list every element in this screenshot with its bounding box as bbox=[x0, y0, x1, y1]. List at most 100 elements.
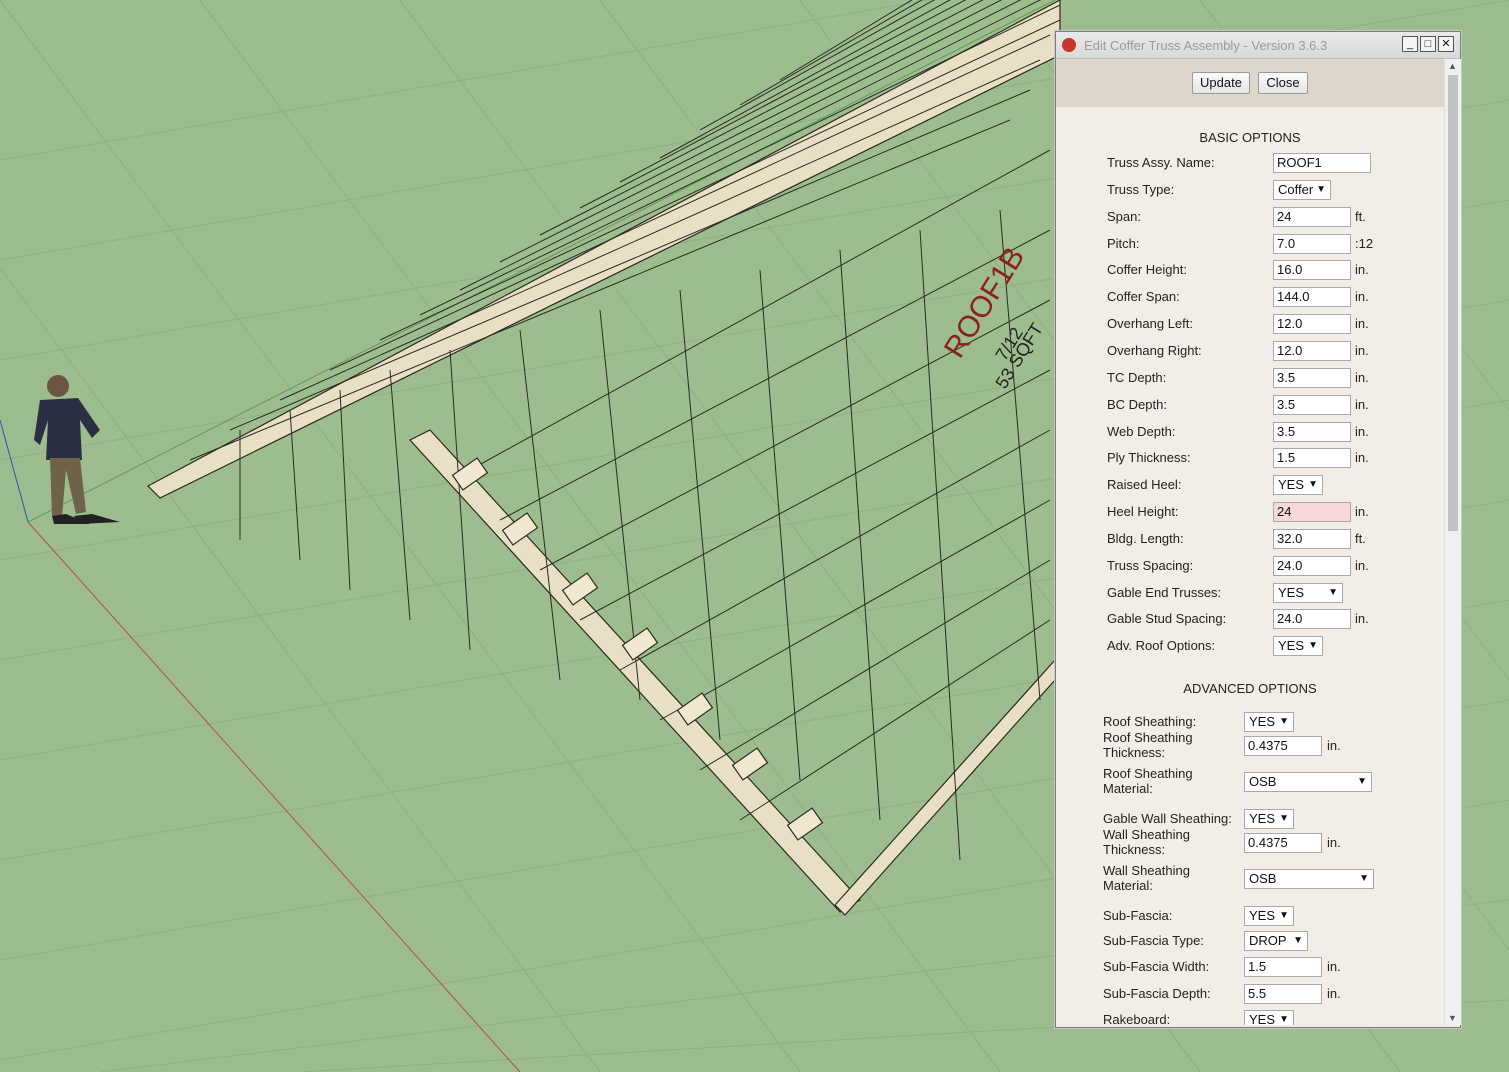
chevron-down-icon: ▼ bbox=[1293, 935, 1303, 946]
update-button[interactable]: Update bbox=[1192, 72, 1250, 94]
overhang-left-unit: in. bbox=[1355, 316, 1369, 331]
sub-fascia-width-value: 1.5 bbox=[1248, 959, 1267, 974]
sub-fascia-depth-input[interactable]: 5.5 bbox=[1244, 984, 1322, 1004]
rakeboard-select[interactable]: YES ▼ bbox=[1244, 1010, 1294, 1025]
roof-sheathing-value: YES bbox=[1249, 714, 1276, 729]
dialog-title: Edit Coffer Truss Assembly - Version 3.6… bbox=[1084, 38, 1328, 53]
truss-spacing-value: 24.0 bbox=[1277, 558, 1303, 573]
coffer-span-unit: in. bbox=[1355, 289, 1369, 304]
chevron-down-icon: ▼ bbox=[1328, 587, 1338, 598]
chevron-down-icon: ▼ bbox=[1279, 910, 1289, 921]
roof-sheathing-thickness-label: Roof Sheathing Thickness: bbox=[1103, 730, 1193, 760]
tc-depth-label: TC Depth: bbox=[1107, 370, 1167, 385]
roof-sheathing-material-label: Roof Sheathing Material: bbox=[1103, 766, 1193, 796]
bldg-length-unit: ft. bbox=[1355, 531, 1366, 546]
sub-fascia-width-unit: in. bbox=[1327, 959, 1341, 974]
raised-heel-select[interactable]: YES ▼ bbox=[1273, 475, 1323, 495]
gable-stud-spacing-value: 24.0 bbox=[1277, 611, 1303, 626]
heel-height-input[interactable]: 24 bbox=[1273, 502, 1351, 522]
web-depth-input[interactable]: 3.5 bbox=[1273, 422, 1351, 442]
sketchup-app-icon bbox=[1062, 38, 1076, 52]
bc-depth-unit: in. bbox=[1355, 397, 1369, 412]
wall-sheathing-thickness-input[interactable]: 0.4375 bbox=[1244, 833, 1322, 853]
wall-sheathing-material-select[interactable]: OSB ▼ bbox=[1244, 869, 1374, 889]
wall-sheathing-material-value: OSB bbox=[1249, 871, 1277, 886]
truss-type-label: Truss Type: bbox=[1107, 182, 1175, 197]
gable-wall-sheathing-value: YES bbox=[1249, 811, 1276, 826]
wall-sheathing-material-label: Wall Sheathing Material: bbox=[1103, 863, 1190, 893]
rakeboard-value: YES bbox=[1249, 1012, 1276, 1025]
web-depth-value: 3.5 bbox=[1277, 424, 1296, 439]
close-button[interactable]: Close bbox=[1258, 72, 1308, 94]
sub-fascia-width-input[interactable]: 1.5 bbox=[1244, 957, 1322, 977]
scroll-down-icon[interactable]: ▼ bbox=[1448, 1013, 1457, 1023]
bc-depth-value: 3.5 bbox=[1277, 397, 1296, 412]
minimize-icon[interactable]: _ bbox=[1402, 36, 1418, 52]
overhang-right-input[interactable]: 12.0 bbox=[1273, 341, 1351, 361]
dialog-titlebar[interactable]: Edit Coffer Truss Assembly - Version 3.6… bbox=[1056, 32, 1460, 59]
span-input[interactable]: 24 bbox=[1273, 207, 1351, 227]
chevron-down-icon: ▼ bbox=[1308, 640, 1318, 651]
pitch-label: Pitch: bbox=[1107, 236, 1140, 251]
overhang-right-value: 12.0 bbox=[1277, 343, 1303, 358]
wall-sheathing-thickness-unit: in. bbox=[1327, 835, 1341, 850]
roof-sheathing-thickness-value: 0.4375 bbox=[1248, 738, 1288, 753]
overhang-right-label: Overhang Right: bbox=[1107, 343, 1202, 358]
truss-type-select[interactable]: Coffer ▼ bbox=[1273, 180, 1331, 200]
tc-depth-value: 3.5 bbox=[1277, 370, 1296, 385]
sub-fascia-type-select[interactable]: DROP ▼ bbox=[1244, 931, 1308, 951]
chevron-down-icon: ▼ bbox=[1316, 184, 1326, 195]
truss-spacing-unit: in. bbox=[1355, 558, 1369, 573]
adv-roof-options-select[interactable]: YES ▼ bbox=[1273, 636, 1323, 656]
gable-wall-sheathing-label: Gable Wall Sheathing: bbox=[1103, 811, 1232, 826]
sub-fascia-depth-label: Sub-Fascia Depth: bbox=[1103, 986, 1211, 1001]
truss-assy-name-input[interactable]: ROOF1 bbox=[1273, 153, 1371, 173]
gable-wall-sheathing-select[interactable]: YES ▼ bbox=[1244, 809, 1294, 829]
coffer-height-value: 16.0 bbox=[1277, 262, 1303, 277]
coffer-height-input[interactable]: 16.0 bbox=[1273, 260, 1351, 280]
roof-sheathing-material-select[interactable]: OSB ▼ bbox=[1244, 772, 1372, 792]
raised-heel-value: YES bbox=[1278, 477, 1305, 492]
sub-fascia-type-value: DROP bbox=[1249, 933, 1287, 948]
sub-fascia-depth-value: 5.5 bbox=[1248, 986, 1267, 1001]
gable-end-trusses-select[interactable]: YES ▼ bbox=[1273, 583, 1343, 603]
heel-height-unit: in. bbox=[1355, 504, 1369, 519]
overhang-left-value: 12.0 bbox=[1277, 316, 1303, 331]
raised-heel-label: Raised Heel: bbox=[1107, 477, 1182, 492]
basic-options-heading: BASIC OPTIONS bbox=[1199, 130, 1301, 145]
ply-thickness-value: 1.5 bbox=[1277, 450, 1296, 465]
pitch-unit: :12 bbox=[1355, 236, 1374, 251]
roof-sheathing-thickness-input[interactable]: 0.4375 bbox=[1244, 736, 1322, 756]
tc-depth-input[interactable]: 3.5 bbox=[1273, 368, 1351, 388]
tc-depth-unit: in. bbox=[1355, 370, 1369, 385]
gable-stud-spacing-input[interactable]: 24.0 bbox=[1273, 609, 1351, 629]
roof-sheathing-select[interactable]: YES ▼ bbox=[1244, 712, 1294, 732]
overhang-left-input[interactable]: 12.0 bbox=[1273, 314, 1351, 334]
wall-sheathing-thickness-label: Wall Sheathing Thickness: bbox=[1103, 827, 1190, 857]
truss-spacing-label: Truss Spacing: bbox=[1107, 558, 1194, 573]
close-icon[interactable]: ✕ bbox=[1438, 36, 1454, 52]
scroll-up-icon[interactable]: ▲ bbox=[1448, 61, 1457, 71]
dialog-scrollbar[interactable]: ▲ ▼ bbox=[1444, 59, 1461, 1025]
coffer-span-input[interactable]: 144.0 bbox=[1273, 287, 1351, 307]
bldg-length-input[interactable]: 32.0 bbox=[1273, 529, 1351, 549]
edit-truss-dialog: Edit Coffer Truss Assembly - Version 3.6… bbox=[1055, 31, 1461, 1028]
pitch-input[interactable]: 7.0 bbox=[1273, 234, 1351, 254]
bc-depth-label: BC Depth: bbox=[1107, 397, 1167, 412]
sub-fascia-type-label: Sub-Fascia Type: bbox=[1103, 933, 1204, 948]
roof-truss-model[interactable] bbox=[147, 0, 1061, 916]
chevron-down-icon: ▼ bbox=[1308, 479, 1318, 490]
truss-assy-name-label: Truss Assy. Name: bbox=[1107, 155, 1215, 170]
chevron-down-icon: ▼ bbox=[1359, 873, 1369, 884]
scrollbar-thumb[interactable] bbox=[1448, 75, 1458, 531]
bc-depth-input[interactable]: 3.5 bbox=[1273, 395, 1351, 415]
coffer-span-value: 144.0 bbox=[1277, 289, 1310, 304]
sub-fascia-select[interactable]: YES ▼ bbox=[1244, 906, 1294, 926]
truss-assy-name-value: ROOF1 bbox=[1277, 155, 1322, 170]
pitch-value: 7.0 bbox=[1277, 236, 1296, 251]
scale-figure-person bbox=[34, 375, 120, 524]
maximize-icon[interactable]: □ bbox=[1420, 36, 1436, 52]
truss-spacing-input[interactable]: 24.0 bbox=[1273, 556, 1351, 576]
gable-end-trusses-label: Gable End Trusses: bbox=[1107, 585, 1222, 600]
ply-thickness-input[interactable]: 1.5 bbox=[1273, 448, 1351, 468]
